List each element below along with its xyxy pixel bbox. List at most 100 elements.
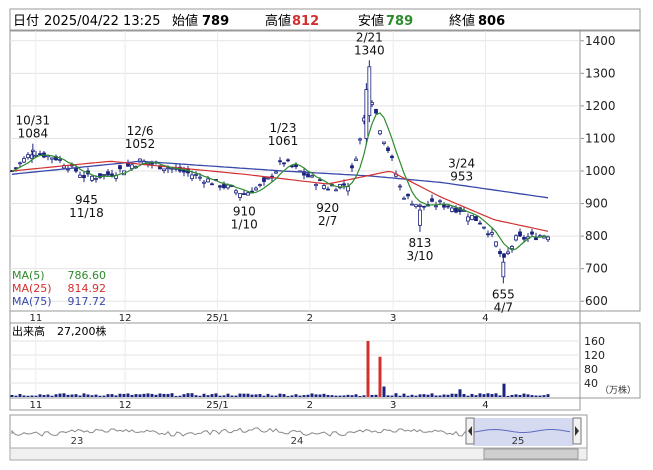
candle-body	[234, 190, 238, 194]
low-value: 789	[386, 14, 413, 29]
volume-tick-label: 80	[584, 363, 598, 376]
price-x-label: 12	[119, 313, 132, 324]
volume-bar	[102, 395, 106, 397]
candle-body	[486, 233, 490, 236]
volume-bar	[482, 394, 486, 397]
volume-bar	[370, 394, 374, 397]
candle-body	[342, 183, 346, 186]
candle-body	[106, 171, 110, 176]
candle-body	[367, 66, 372, 117]
candle-body	[410, 203, 414, 206]
volume-x-label: 12	[119, 400, 132, 411]
volume-bar	[402, 393, 406, 397]
volume-bar	[246, 393, 250, 397]
price-tick-label: 1200	[585, 99, 616, 113]
volume-bar	[194, 395, 198, 397]
candle-body	[50, 157, 54, 160]
navigator-label-23: 23	[71, 436, 84, 447]
volume-bar	[338, 395, 342, 397]
candle-body	[466, 216, 470, 222]
volume-title: 出来高 27,200株	[12, 324, 107, 338]
volume-bar	[106, 394, 110, 397]
volume-bar	[118, 393, 122, 397]
candle-body	[346, 186, 350, 192]
close-label: 終値	[449, 13, 475, 29]
volume-x-label: 4	[482, 400, 488, 411]
annotation-value: 910	[233, 204, 256, 218]
candle-body	[38, 153, 42, 156]
navigator-right-handle[interactable]	[572, 417, 582, 445]
candle-body	[382, 141, 386, 144]
volume-bar	[70, 394, 74, 397]
price-x-label: 3	[390, 313, 396, 324]
candle-body	[258, 184, 262, 187]
volume-bar	[82, 393, 86, 397]
volume-bar	[18, 394, 22, 397]
volume-bar	[306, 394, 310, 397]
volume-bar	[58, 393, 62, 397]
volume-bar	[386, 395, 390, 397]
volume-bar	[378, 356, 382, 397]
candle-body	[282, 162, 286, 165]
candle-body	[294, 164, 298, 168]
candle-body	[334, 189, 338, 192]
ma75-legend-name: MA(75)	[12, 295, 52, 308]
volume-bar	[298, 395, 302, 397]
annotation-value: 953	[450, 169, 473, 183]
volume-bar	[470, 393, 474, 397]
price-tick-label: 1100	[585, 131, 616, 145]
candle-body	[82, 175, 86, 179]
volume-bar	[218, 395, 222, 397]
open-value: 789	[202, 14, 229, 29]
candle-body	[238, 193, 242, 198]
candle-body	[210, 183, 214, 186]
candle-body	[314, 184, 318, 187]
volume-bar	[450, 393, 454, 397]
annotation-date: 4/7	[494, 300, 513, 314]
volume-bar	[290, 395, 294, 397]
candle-body	[254, 187, 258, 191]
volume-bar	[198, 395, 202, 397]
volume-bar	[274, 395, 278, 397]
volume-bar	[202, 393, 206, 397]
ma25-legend-value: 814.92	[68, 282, 107, 295]
volume-bar	[206, 395, 210, 397]
datetime: 2025/04/22 13:25	[44, 14, 161, 29]
candle-body	[490, 232, 494, 235]
volume-bar	[466, 395, 470, 397]
volume-bar	[422, 394, 426, 397]
volume-bar	[238, 393, 242, 397]
navigator-label-24: 24	[291, 436, 304, 447]
navigator-left-handle[interactable]	[465, 417, 475, 445]
volume-bar	[454, 393, 458, 397]
annotation-value: 1084	[18, 127, 49, 141]
volume-bar	[254, 394, 258, 397]
candle-body	[190, 174, 194, 179]
ma75-legend-value: 917.72	[68, 295, 107, 308]
price-x-label: 11	[29, 313, 42, 324]
close-value: 806	[478, 14, 505, 29]
candle-body	[478, 222, 482, 225]
candle-body	[450, 207, 454, 212]
volume-bar	[158, 393, 162, 397]
annotation-value: 1340	[354, 43, 385, 57]
candle-body	[310, 175, 314, 178]
candle-body	[430, 198, 434, 202]
volume-bar	[494, 393, 498, 397]
volume-bar	[214, 393, 218, 397]
navigator-scroll-thumb[interactable]	[483, 448, 579, 460]
volume-bar	[94, 394, 98, 397]
candle-body	[118, 165, 122, 170]
volume-bar	[414, 395, 418, 397]
volume-bar	[394, 393, 398, 397]
candle-body	[326, 188, 330, 191]
candle-body	[510, 246, 514, 249]
candle-body	[206, 178, 210, 183]
volume-bar	[406, 395, 410, 397]
volume-x-label: 2	[307, 400, 313, 411]
annotation-value: 945	[75, 193, 98, 207]
candle-body	[274, 171, 278, 174]
high-label: 高値	[265, 13, 291, 29]
candle-body	[58, 158, 62, 161]
candle-body	[242, 193, 246, 195]
